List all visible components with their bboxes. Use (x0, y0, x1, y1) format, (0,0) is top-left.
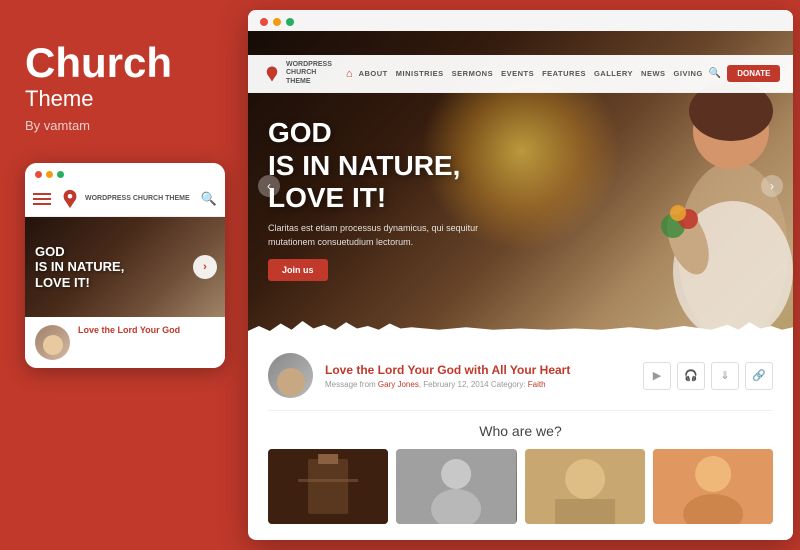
nav-news[interactable]: NEWS (641, 69, 666, 78)
hero-title: GODIS IN NATURE,LOVE IT! (268, 117, 488, 214)
nav-sermons[interactable]: SERMONS (452, 69, 493, 78)
sermon-meta: Message from Gary Jones, February 12, 20… (325, 380, 631, 389)
mobile-mockup: WORDPRESS CHURCH THEME 🔍 GODIS IN NATURE… (25, 163, 225, 368)
sermon-category: Faith (528, 380, 546, 389)
who-image-1 (268, 449, 388, 524)
nav-giving[interactable]: GIVING (674, 69, 703, 78)
mobile-hamburger-icon[interactable] (33, 193, 51, 205)
app-title: Church (25, 40, 220, 86)
donate-button[interactable]: Donate (727, 65, 780, 82)
mobile-dot-yellow (46, 171, 53, 178)
desktop-dot-yellow (273, 18, 281, 26)
join-us-button[interactable]: Join us (268, 259, 328, 281)
mobile-avatar (35, 325, 70, 360)
who-section-title: Who are we? (268, 423, 773, 439)
mobile-search-icon[interactable]: 🔍 (201, 191, 217, 207)
sermon-link-button[interactable]: 🔗 (745, 362, 773, 390)
left-panel: Church Theme By vamtam WORDPRESS CHURCH … (0, 0, 245, 550)
sermon-info: Love the Lord Your God with All Your Hea… (325, 363, 631, 389)
nav-ministries[interactable]: MINISTRIES (396, 69, 444, 78)
desktop-mockup: NEXT BIG EVENT IN: 37 DAYS | 13 HOURS | … (248, 10, 793, 540)
desktop-dot-red (260, 18, 268, 26)
mobile-logo-text: WORDPRESS CHURCH THEME (85, 195, 190, 203)
sermon-actions: ▶ 🎧 ⇓ 🔗 (643, 362, 773, 390)
search-icon[interactable]: 🔍 (709, 68, 721, 79)
sermon-author: Gary Jones (378, 380, 419, 389)
mobile-dot-red (35, 171, 42, 178)
sermon-title[interactable]: Love the Lord Your God with All Your Hea… (325, 363, 631, 377)
sermon-row: Love the Lord Your God with All Your Hea… (268, 353, 773, 411)
mobile-hero: GODIS IN NATURE,LOVE IT! › (25, 217, 225, 317)
mobile-logo-icon (59, 188, 81, 210)
home-icon[interactable]: ⌂ (346, 68, 353, 80)
hero-subtitle: Claritas est etiam processus dynamicus, … (268, 222, 488, 249)
sermon-play-button[interactable]: ▶ (643, 362, 671, 390)
desktop-logo-icon (263, 65, 281, 83)
hero-content: GODIS IN NATURE,LOVE IT! Claritas est et… (268, 117, 488, 281)
who-image-2 (396, 449, 516, 524)
nav-icons: 🔍 (709, 68, 721, 79)
nav-events[interactable]: EVENTS (501, 69, 534, 78)
desktop-dot-green (286, 18, 294, 26)
mobile-hero-title: GODIS IN NATURE,LOVE IT! (35, 244, 124, 291)
sermon-audio-button[interactable]: 🎧 (677, 362, 705, 390)
desktop-logo: WORDPRESSCHURCHTHEME (263, 61, 332, 86)
mobile-top-bar (25, 163, 225, 182)
mobile-nav: WORDPRESS CHURCH THEME 🔍 (25, 182, 225, 217)
app-subtitle: Theme (25, 86, 220, 112)
mobile-logo-area: WORDPRESS CHURCH THEME (59, 188, 193, 210)
who-images (268, 449, 773, 524)
nav-gallery[interactable]: GALLERY (594, 69, 633, 78)
hero-prev-arrow[interactable]: ‹ (258, 175, 280, 197)
who-image-4 (653, 449, 773, 524)
mobile-next-button[interactable]: › (193, 255, 217, 279)
sermon-download-button[interactable]: ⇓ (711, 362, 739, 390)
desktop-logo-text: WORDPRESSCHURCHTHEME (286, 61, 332, 86)
mobile-dot-green (57, 171, 64, 178)
hero-next-arrow[interactable]: › (761, 175, 783, 197)
app-author: By vamtam (25, 118, 220, 133)
nav-features[interactable]: FEATURES (542, 69, 586, 78)
nav-items: ABOUT MINISTRIES SERMONS EVENTS FEATURES… (359, 69, 703, 78)
mobile-hero-text: GODIS IN NATURE,LOVE IT! (25, 236, 134, 299)
nav-about[interactable]: ABOUT (359, 69, 388, 78)
sermon-avatar-head (277, 368, 305, 396)
mobile-bottom: Love the Lord Your God (25, 317, 225, 368)
mobile-avatar-head (43, 335, 63, 355)
desktop-nav: WORDPRESSCHURCHTHEME ⌂ ABOUT MINISTRIES … (248, 55, 793, 93)
who-section: Who are we? (248, 415, 793, 532)
sermon-avatar (268, 353, 313, 398)
who-image-3 (525, 449, 645, 524)
hero-person-figure (573, 51, 793, 341)
mobile-sermon-title: Love the Lord Your God (78, 325, 180, 337)
